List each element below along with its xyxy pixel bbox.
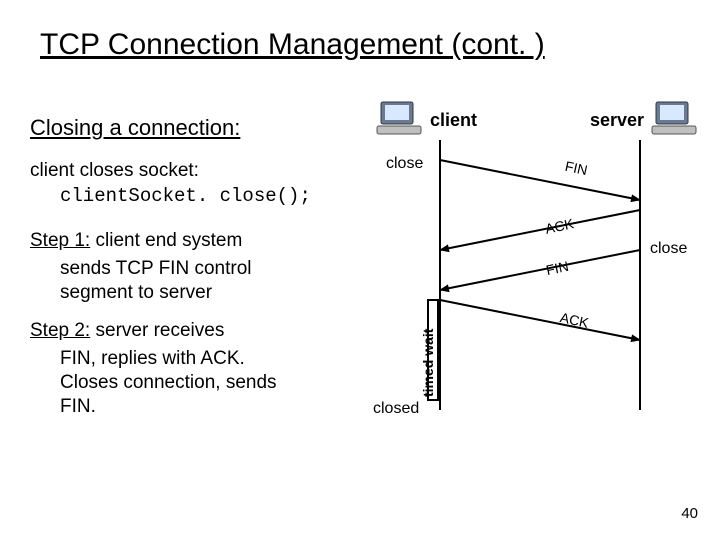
step2-line-3: Closes connection, sends: [60, 372, 277, 394]
step1-tail: client end system: [90, 230, 242, 251]
participant-server-label: server: [590, 110, 644, 131]
socket-line-1: client closes socket:: [30, 160, 199, 182]
step1-heading: Step 1:: [30, 230, 90, 251]
step1-line-2: sends TCP FIN control: [60, 258, 251, 280]
state-closed: closed: [373, 400, 419, 418]
state-timed-wait: timed wait: [420, 329, 436, 397]
event-close-server: close: [650, 240, 687, 258]
slide: TCP Connection Management (cont. ) Closi…: [0, 0, 720, 540]
event-close-client: close: [386, 155, 423, 173]
computer-icon: [650, 98, 698, 138]
step2-line-1: Step 2: server receives: [30, 320, 224, 342]
socket-line-2: clientSocket. close();: [60, 185, 311, 207]
participant-client-label: client: [430, 110, 477, 131]
step2-line-4: FIN.: [60, 396, 96, 418]
slide-title: TCP Connection Management (cont. ): [40, 28, 545, 62]
step2-line-2: FIN, replies with ACK.: [60, 348, 245, 370]
computer-icon: [375, 98, 423, 138]
sequence-diagram: [370, 140, 690, 440]
page-number: 40: [681, 505, 698, 522]
step1-line-1: Step 1: client end system: [30, 230, 242, 252]
step2-heading: Step 2:: [30, 320, 90, 341]
step1-line-3: segment to server: [60, 282, 212, 304]
step2-tail: server receives: [90, 320, 224, 341]
section-subtitle: Closing a connection:: [30, 115, 240, 141]
